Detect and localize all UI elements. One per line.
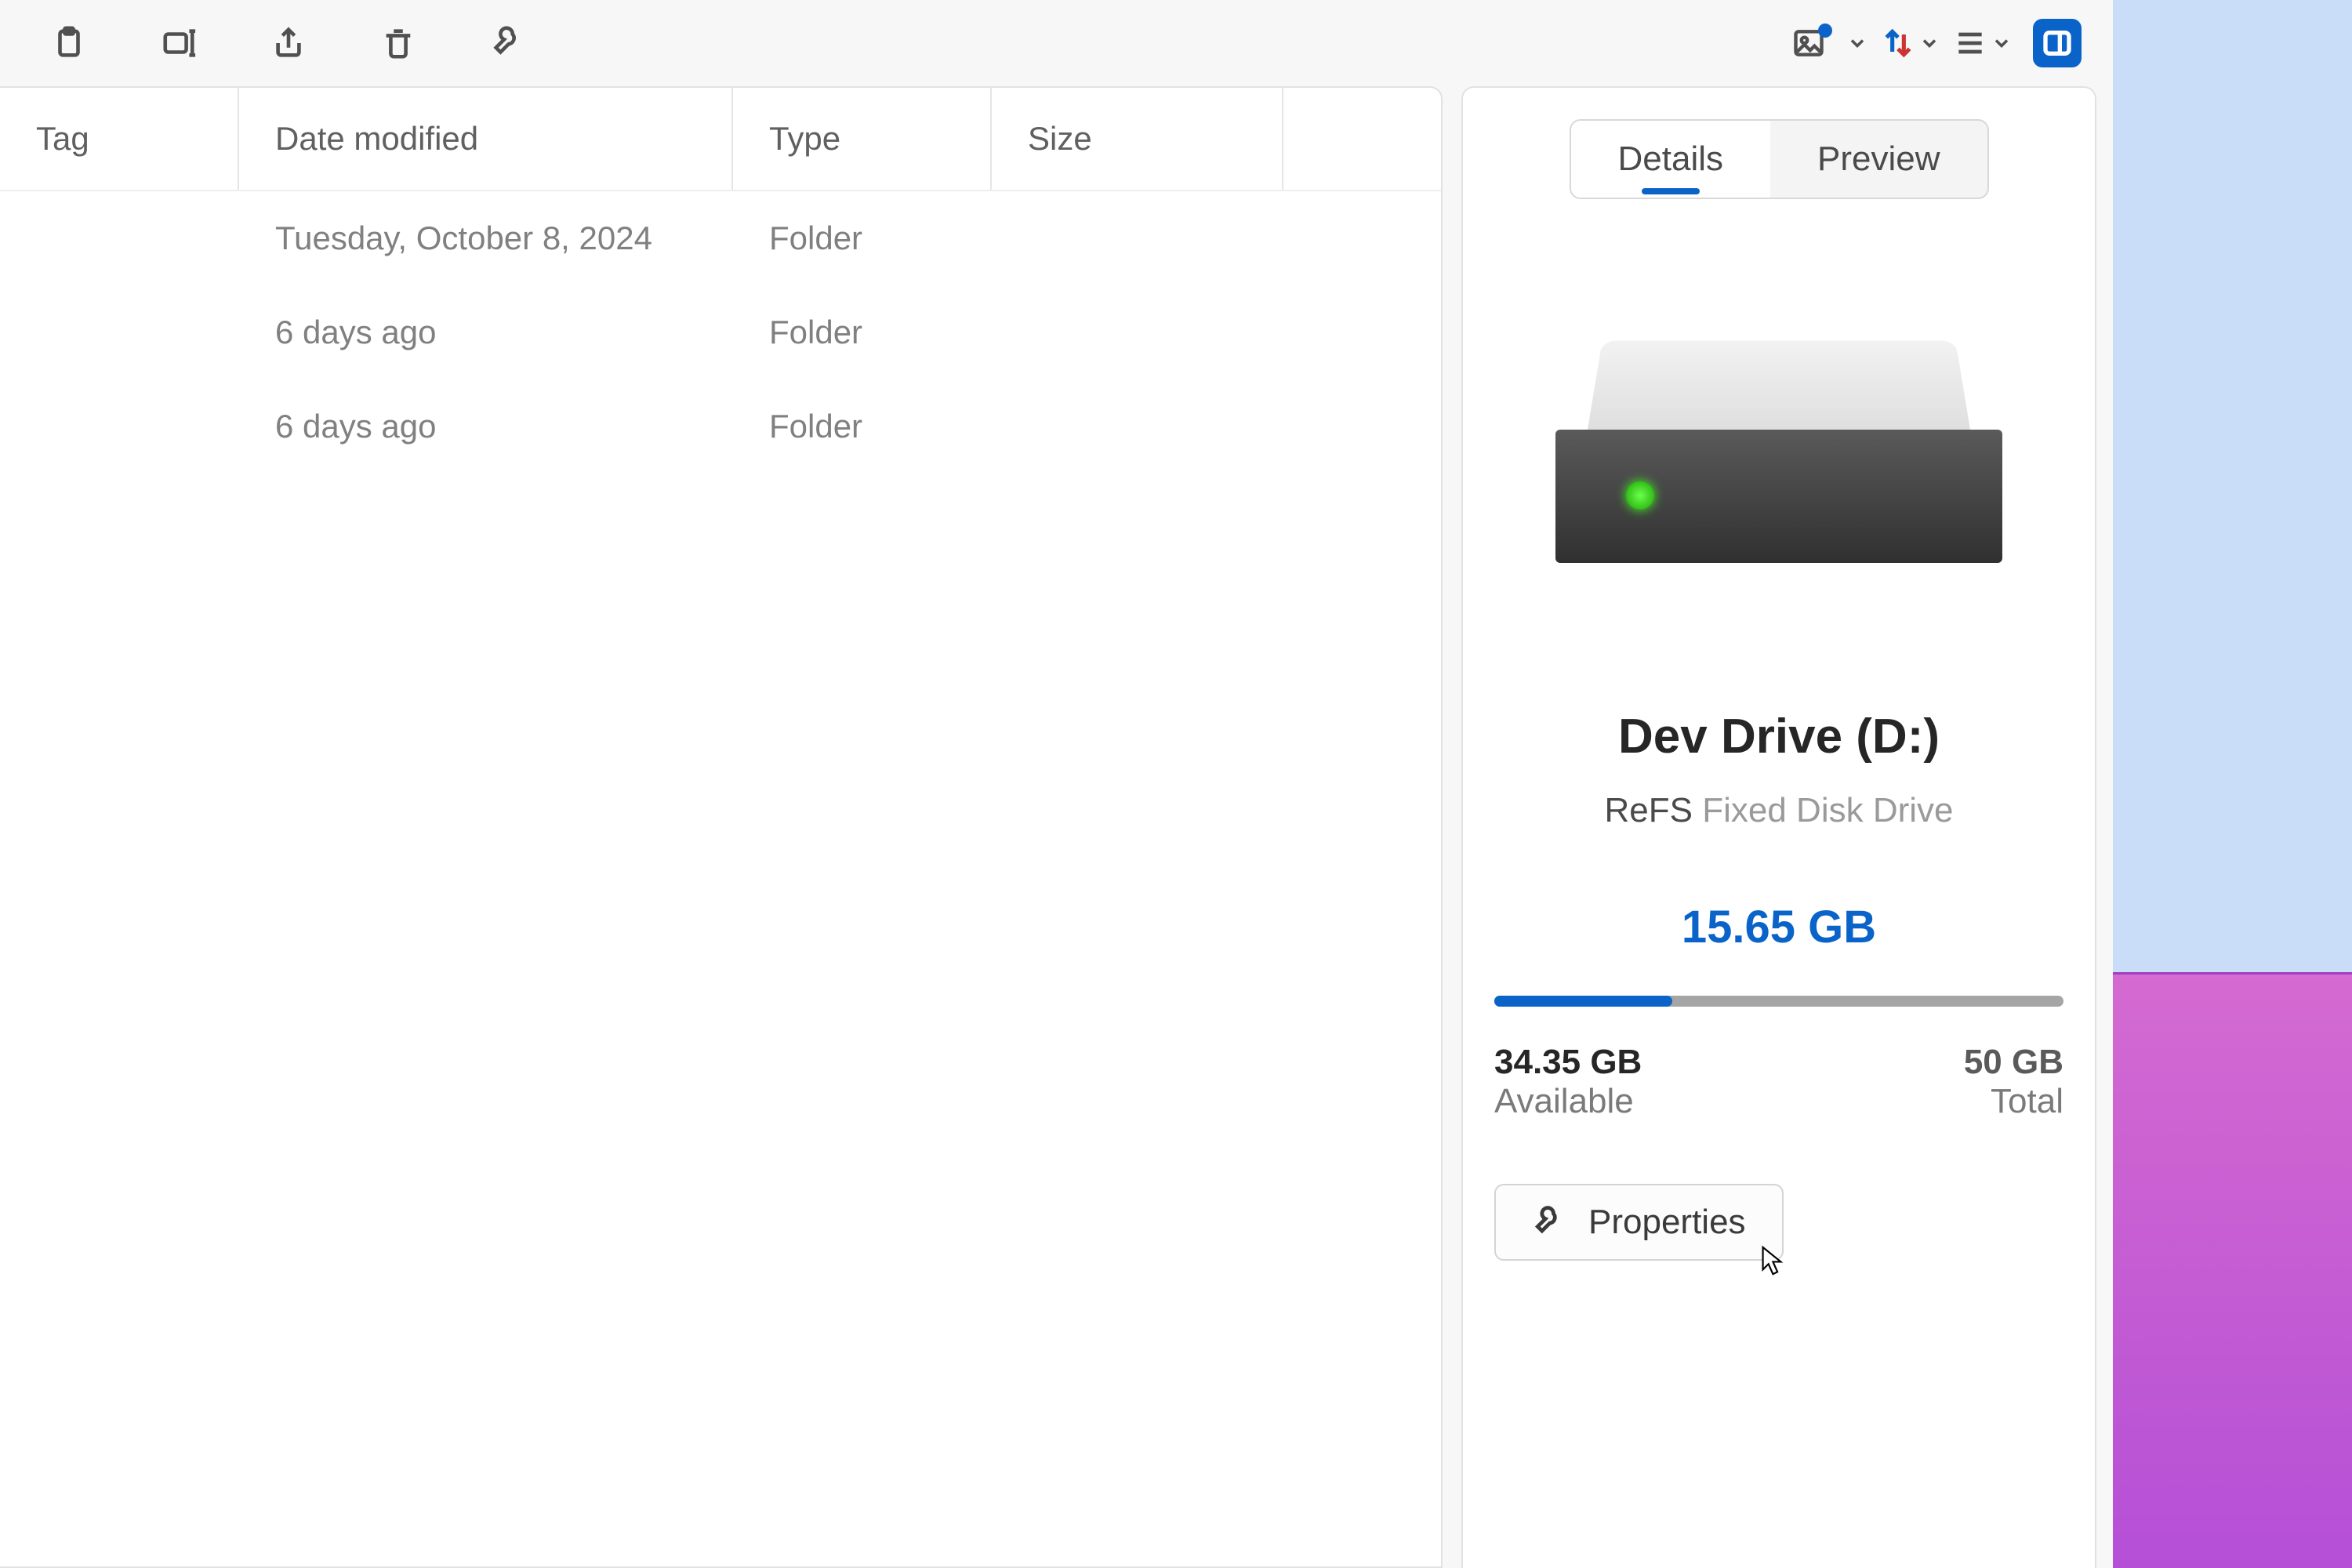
drive-name: Dev Drive (D:): [1618, 709, 1940, 764]
properties-button[interactable]: Properties: [1494, 1184, 1784, 1261]
column-date[interactable]: Date modified: [239, 88, 733, 190]
rename-icon[interactable]: [157, 21, 201, 65]
sort-dropdown[interactable]: [1881, 26, 1940, 60]
details-panel-toggle[interactable]: [2033, 19, 2082, 67]
column-tag[interactable]: Tag: [0, 88, 239, 190]
details-panel: Details Preview Dev Drive (D:) ReFS Fixe…: [1461, 86, 2096, 1568]
drive-subtitle: ReFS Fixed Disk Drive: [1605, 791, 1954, 830]
column-type[interactable]: Type: [733, 88, 992, 190]
column-size[interactable]: Size: [992, 88, 1283, 190]
drive-usage-bar: [1494, 996, 2063, 1007]
picture-dropdown[interactable]: [1791, 26, 1868, 60]
tab-details[interactable]: Details: [1571, 121, 1771, 198]
drive-capacity: 34.35 GB Available 50 GB Total: [1494, 1043, 2063, 1121]
table-row[interactable]: 6 days agoFolder: [0, 285, 1441, 379]
layout-dropdown[interactable]: [1953, 26, 2013, 60]
file-list: Tag Date modified Type Size Tuesday, Oct…: [0, 86, 1443, 1568]
column-headers: Tag Date modified Type Size: [0, 88, 1441, 190]
details-preview-segmented: Details Preview: [1570, 119, 1989, 199]
toolbar: [0, 0, 2113, 86]
table-row[interactable]: Tuesday, October 8, 2024Folder: [0, 191, 1441, 285]
delete-icon[interactable]: [376, 21, 420, 65]
desktop-wallpaper: [2113, 0, 2352, 1568]
drive-icon: [1555, 325, 2002, 560]
paste-icon[interactable]: [47, 21, 91, 65]
table-row[interactable]: 6 days agoFolder: [0, 379, 1441, 474]
drive-used: 15.65 GB: [1682, 901, 1876, 953]
cursor-icon: [1760, 1245, 1784, 1276]
tab-preview[interactable]: Preview: [1770, 121, 1987, 198]
wrench-icon[interactable]: [486, 21, 530, 65]
share-icon[interactable]: [267, 21, 310, 65]
